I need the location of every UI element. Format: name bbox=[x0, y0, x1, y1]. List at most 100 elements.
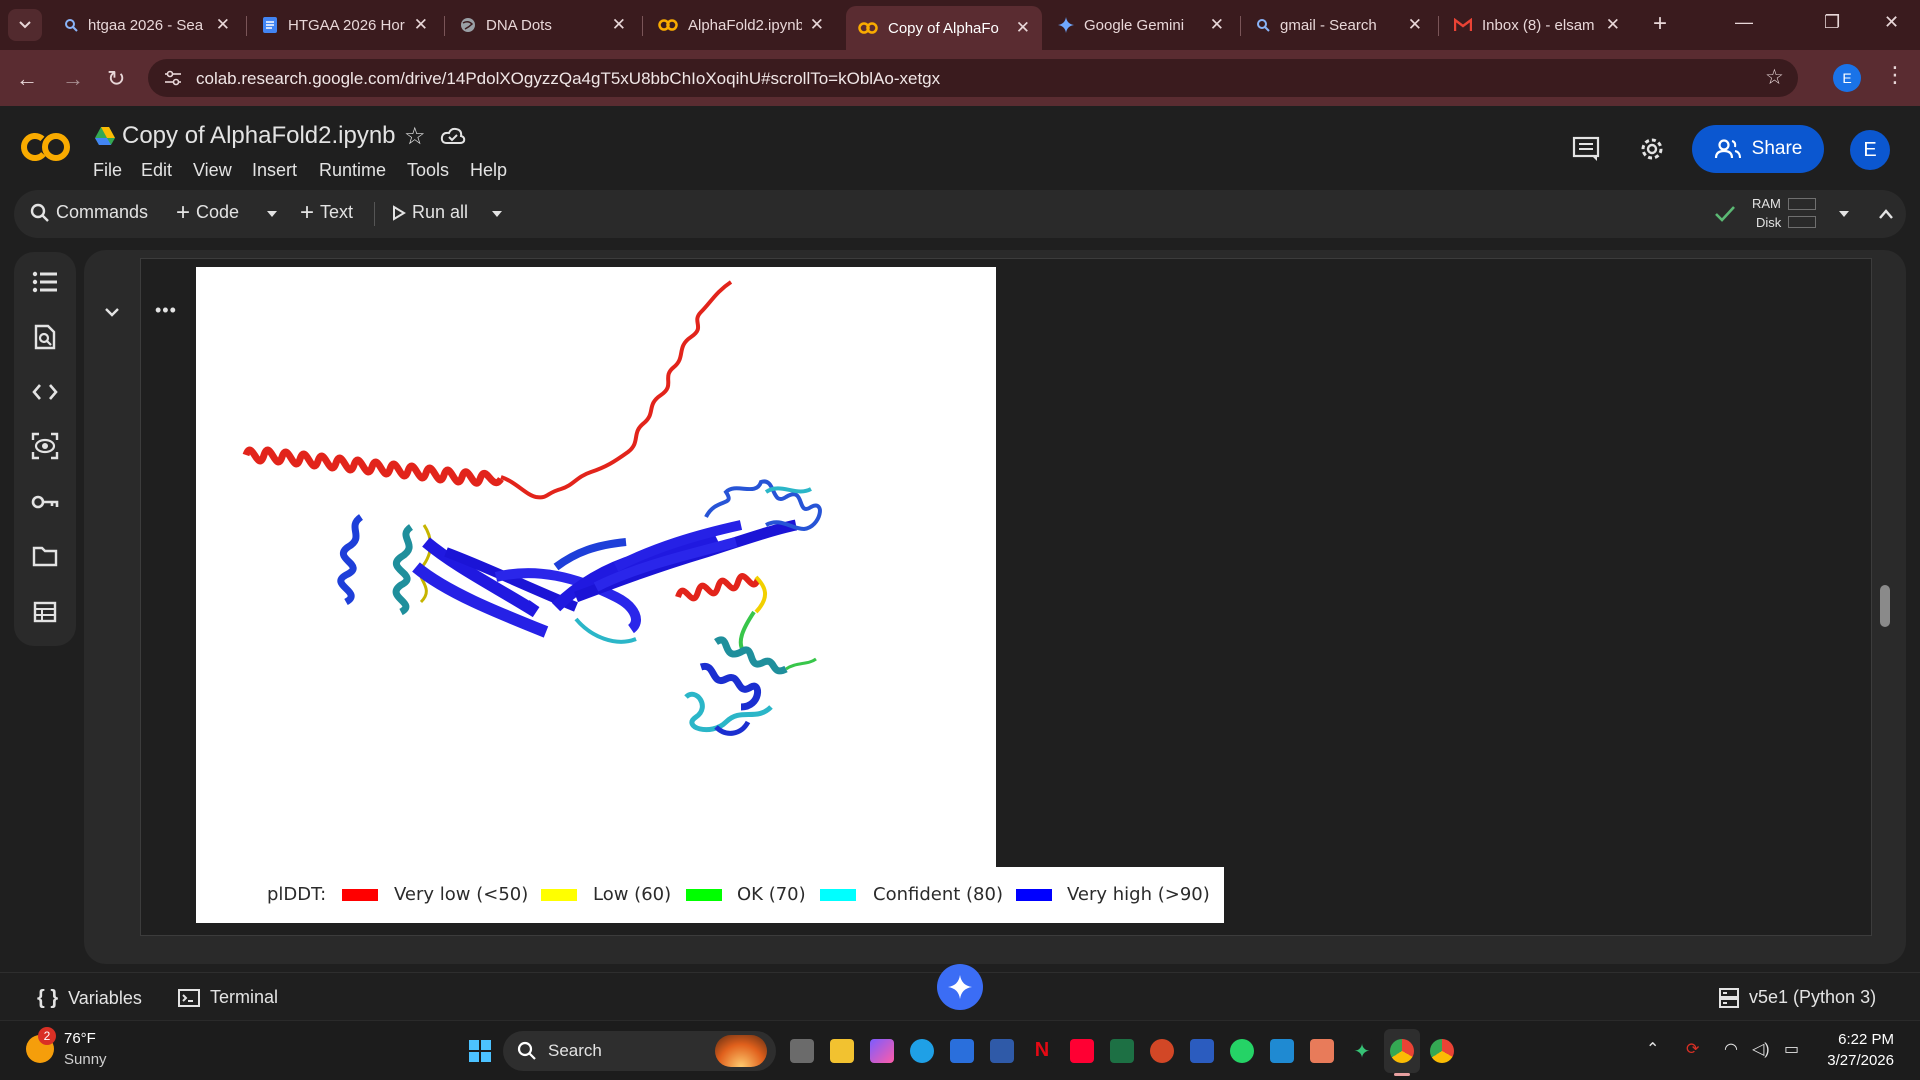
gemini-button[interactable] bbox=[937, 964, 983, 1010]
close-icon[interactable]: ✕ bbox=[216, 15, 230, 35]
sync-icon[interactable]: ⟳ bbox=[1686, 1039, 1699, 1059]
copilot-icon[interactable] bbox=[870, 1039, 894, 1063]
taskbar-search[interactable]: Search bbox=[503, 1031, 776, 1071]
volume-icon[interactable]: ◁) bbox=[1752, 1039, 1770, 1059]
close-icon[interactable]: ✕ bbox=[612, 15, 626, 35]
chevron-down-icon[interactable] bbox=[491, 210, 503, 218]
menu-help[interactable]: Help bbox=[470, 160, 507, 181]
chevron-down-icon[interactable] bbox=[266, 210, 278, 218]
chevron-up-icon[interactable] bbox=[1878, 208, 1894, 220]
new-tab-button[interactable]: + bbox=[1653, 10, 1667, 38]
tab-search-menu-button[interactable] bbox=[8, 9, 42, 41]
chevron-up-icon[interactable]: ⌃ bbox=[1646, 1039, 1659, 1059]
menu-view[interactable]: View bbox=[193, 160, 232, 181]
menu-runtime[interactable]: Runtime bbox=[319, 160, 386, 181]
text-label: Text bbox=[320, 202, 354, 222]
menu-edit[interactable]: Edit bbox=[141, 160, 172, 181]
disk-label: Disk bbox=[1756, 215, 1782, 230]
key-secrets-icon[interactable] bbox=[31, 488, 59, 516]
minimize-button[interactable]: — bbox=[1735, 12, 1753, 33]
run-all-button[interactable]: Run all bbox=[392, 202, 468, 223]
site-settings-icon[interactable] bbox=[164, 70, 182, 86]
folder-files-icon[interactable] bbox=[31, 542, 59, 570]
browser-tab-gmail-search[interactable]: gmail - Search ✕ bbox=[1244, 8, 1434, 42]
clock-time[interactable]: 6:22 PM bbox=[1838, 1031, 1894, 1048]
whatsapp-icon[interactable] bbox=[1230, 1039, 1254, 1063]
close-window-button[interactable]: ✕ bbox=[1884, 12, 1899, 33]
restore-button[interactable]: ❐ bbox=[1824, 12, 1840, 33]
protein-3d-viewer[interactable] bbox=[196, 267, 996, 867]
disk-meter[interactable] bbox=[1788, 216, 1816, 228]
weather-condition[interactable]: Sunny bbox=[64, 1051, 107, 1068]
close-icon[interactable]: ✕ bbox=[1016, 18, 1030, 38]
claude-icon[interactable] bbox=[1310, 1039, 1334, 1063]
forward-button[interactable]: → bbox=[62, 66, 84, 92]
close-icon[interactable]: ✕ bbox=[1408, 15, 1422, 35]
store-icon[interactable] bbox=[950, 1039, 974, 1063]
menu-tools[interactable]: Tools bbox=[407, 160, 449, 181]
chevron-down-icon[interactable] bbox=[1838, 210, 1850, 218]
variables-button[interactable]: { } Variables bbox=[37, 987, 142, 1010]
commands-button[interactable]: Commands bbox=[30, 202, 148, 223]
azure-icon[interactable] bbox=[990, 1039, 1014, 1063]
legend-label-low: Low (60) bbox=[593, 884, 672, 905]
cloud-saved-icon[interactable] bbox=[440, 126, 466, 146]
browser-tab-alphafold2[interactable]: AlphaFold2.ipynb ✕ bbox=[646, 8, 836, 42]
code-snippets-icon[interactable] bbox=[31, 378, 59, 406]
browser-tab-htgaa-doc[interactable]: HTGAA 2026 Hor ✕ bbox=[250, 8, 440, 42]
menu-insert[interactable]: Insert bbox=[252, 160, 297, 181]
data-table-icon[interactable] bbox=[31, 598, 59, 626]
excel-icon[interactable] bbox=[1110, 1039, 1134, 1063]
browser-tab-inbox[interactable]: Inbox (8) - elsam ✕ bbox=[1442, 8, 1632, 42]
windows-start-icon[interactable] bbox=[468, 1039, 492, 1063]
chrome-icon-active[interactable] bbox=[1390, 1039, 1414, 1063]
sparkle-app-icon[interactable]: ✦ bbox=[1350, 1039, 1374, 1063]
notebook-title[interactable]: Copy of AlphaFold2.ipynb bbox=[122, 122, 396, 150]
netflix-icon[interactable]: N bbox=[1030, 1039, 1054, 1063]
cell-more-options-icon[interactable]: ••• bbox=[155, 300, 177, 321]
youtube-icon[interactable] bbox=[1070, 1039, 1094, 1063]
wifi-icon[interactable]: ◠ bbox=[1724, 1039, 1738, 1059]
reload-button[interactable]: ↻ bbox=[107, 66, 125, 92]
browser-tab-htgaa-search[interactable]: htgaa 2026 - Sea ✕ bbox=[52, 8, 242, 42]
runtime-status[interactable]: v5e1 (Python 3) bbox=[1719, 987, 1876, 1008]
add-code-button[interactable]: + Code bbox=[176, 200, 239, 224]
close-icon[interactable]: ✕ bbox=[810, 15, 824, 35]
file-explorer-icon[interactable] bbox=[830, 1039, 854, 1063]
menu-file[interactable]: File bbox=[93, 160, 122, 181]
omnibox[interactable]: colab.research.google.com/drive/14PdolXO… bbox=[148, 59, 1798, 97]
terminal-button[interactable]: Terminal bbox=[178, 987, 278, 1008]
table-of-contents-icon[interactable] bbox=[31, 268, 59, 296]
browser-tab-copy-of-alphafold-active[interactable]: Copy of AlphaFo ✕ bbox=[846, 6, 1042, 50]
comments-icon[interactable] bbox=[1572, 136, 1600, 162]
browser-menu-button[interactable]: ⋮ bbox=[1884, 62, 1906, 88]
user-avatar[interactable]: E bbox=[1850, 130, 1890, 170]
battery-icon[interactable]: ▭ bbox=[1784, 1039, 1799, 1059]
star-icon[interactable]: ☆ bbox=[404, 122, 426, 151]
close-icon[interactable]: ✕ bbox=[1210, 15, 1224, 35]
chrome-icon[interactable] bbox=[1430, 1039, 1454, 1063]
star-bookmark-icon[interactable]: ☆ bbox=[1765, 65, 1784, 90]
find-replace-icon[interactable] bbox=[31, 323, 59, 351]
browser-tab-google-gemini[interactable]: Google Gemini ✕ bbox=[1046, 8, 1236, 42]
browser-tab-dna-dots[interactable]: DNA Dots ✕ bbox=[448, 8, 638, 42]
back-button[interactable]: ← bbox=[16, 66, 38, 92]
colab-logo[interactable] bbox=[20, 132, 72, 162]
weather-temp[interactable]: 76°F bbox=[64, 1030, 96, 1047]
inspect-variables-icon[interactable] bbox=[31, 432, 59, 460]
powerpoint-icon[interactable] bbox=[1150, 1039, 1174, 1063]
share-button[interactable]: Share bbox=[1692, 125, 1824, 173]
ram-meter[interactable] bbox=[1788, 198, 1816, 210]
task-view-icon[interactable] bbox=[790, 1039, 814, 1063]
edge-icon[interactable] bbox=[910, 1039, 934, 1063]
clock-date[interactable]: 3/27/2026 bbox=[1826, 1052, 1894, 1069]
close-icon[interactable]: ✕ bbox=[1606, 15, 1620, 35]
vscode-icon[interactable] bbox=[1270, 1039, 1294, 1063]
close-icon[interactable]: ✕ bbox=[414, 15, 428, 35]
scrollbar-thumb[interactable] bbox=[1880, 585, 1890, 627]
word-icon[interactable] bbox=[1190, 1039, 1214, 1063]
chevron-down-icon[interactable] bbox=[104, 306, 120, 318]
browser-profile-avatar[interactable]: E bbox=[1833, 64, 1861, 92]
gear-icon[interactable] bbox=[1638, 135, 1666, 163]
add-text-button[interactable]: + Text bbox=[300, 200, 354, 224]
